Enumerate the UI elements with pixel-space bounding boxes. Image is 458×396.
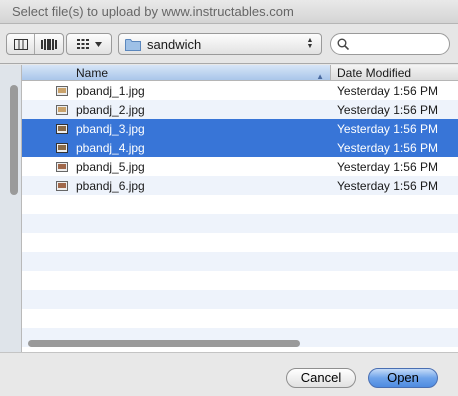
location-folder-name: sandwich (147, 36, 202, 52)
file-date: Yesterday 1:56 PM (337, 83, 438, 98)
file-name: pbandj_3.jpg (76, 121, 145, 136)
columns-view-button[interactable] (7, 34, 35, 54)
file-date: Yesterday 1:56 PM (337, 102, 438, 117)
empty-row (22, 214, 458, 233)
horizontal-scrollbar-thumb[interactable] (28, 340, 300, 347)
file-row[interactable]: pbandj_2.jpg Yesterday 1:56 PM (22, 100, 458, 119)
chevron-down-icon (94, 41, 102, 47)
view-mode-segmented-control (6, 33, 64, 55)
column-header-date-modified[interactable]: Date Modified (331, 65, 458, 80)
coverflow-view-icon (41, 38, 57, 50)
file-name: pbandj_5.jpg (76, 159, 145, 174)
search-input[interactable] (353, 37, 443, 51)
dialog-footer: Cancel Open (0, 352, 458, 396)
empty-row (22, 252, 458, 271)
file-row[interactable]: pbandj_1.jpg Yesterday 1:56 PM (22, 81, 458, 100)
coverflow-view-button[interactable] (35, 34, 63, 54)
file-date: Yesterday 1:56 PM (337, 121, 438, 136)
file-list-header: Name ▲ Date Modified (22, 65, 458, 81)
column-header-date-label: Date Modified (337, 66, 412, 80)
folder-icon (125, 38, 141, 51)
file-name: pbandj_6.jpg (76, 178, 145, 193)
image-file-icon (55, 85, 69, 97)
image-file-icon (55, 104, 69, 116)
empty-row (22, 195, 458, 214)
file-date: Yesterday 1:56 PM (337, 159, 438, 174)
empty-row (22, 271, 458, 290)
horizontal-scrollbar[interactable] (22, 336, 458, 352)
cancel-button[interactable]: Cancel (286, 368, 356, 388)
image-file-icon (55, 180, 69, 192)
open-button[interactable]: Open (368, 368, 438, 388)
arrange-button[interactable] (66, 33, 112, 55)
sort-ascending-icon: ▲ (316, 72, 324, 81)
sidebar (0, 65, 22, 352)
file-list: Name ▲ Date Modified pbandj_1.jpg Yester… (22, 65, 458, 352)
empty-row (22, 233, 458, 252)
up-down-arrows-icon: ▲ ▼ (306, 37, 314, 50)
file-row-selected[interactable]: pbandj_3.jpg Yesterday 1:56 PM (22, 119, 458, 138)
sidebar-truncated-mark (1, 75, 7, 81)
file-row[interactable]: pbandj_5.jpg Yesterday 1:56 PM (22, 157, 458, 176)
file-row[interactable]: pbandj_6.jpg Yesterday 1:56 PM (22, 176, 458, 195)
file-name: pbandj_4.jpg (76, 140, 145, 155)
grid-arrange-icon (76, 39, 89, 49)
sidebar-scrollbar-thumb[interactable] (10, 85, 18, 195)
file-row-selected[interactable]: pbandj_4.jpg Yesterday 1:56 PM (22, 138, 458, 157)
empty-row (22, 309, 458, 328)
image-file-icon (55, 161, 69, 173)
file-name: pbandj_2.jpg (76, 102, 145, 117)
file-name: pbandj_1.jpg (76, 83, 145, 98)
column-header-name[interactable]: Name ▲ (22, 65, 331, 81)
image-file-icon (55, 142, 69, 154)
empty-row (22, 290, 458, 309)
columns-view-icon (13, 38, 28, 50)
image-file-icon (55, 123, 69, 135)
location-popup[interactable]: sandwich ▲ ▼ (118, 33, 322, 55)
toolbar: sandwich ▲ ▼ (0, 24, 458, 64)
file-date: Yesterday 1:56 PM (337, 140, 438, 155)
magnifier-icon (337, 38, 349, 50)
search-field[interactable] (330, 33, 450, 55)
window-title: Select file(s) to upload by www.instruct… (0, 0, 458, 24)
file-date: Yesterday 1:56 PM (337, 178, 438, 193)
column-header-name-label: Name (76, 66, 109, 80)
